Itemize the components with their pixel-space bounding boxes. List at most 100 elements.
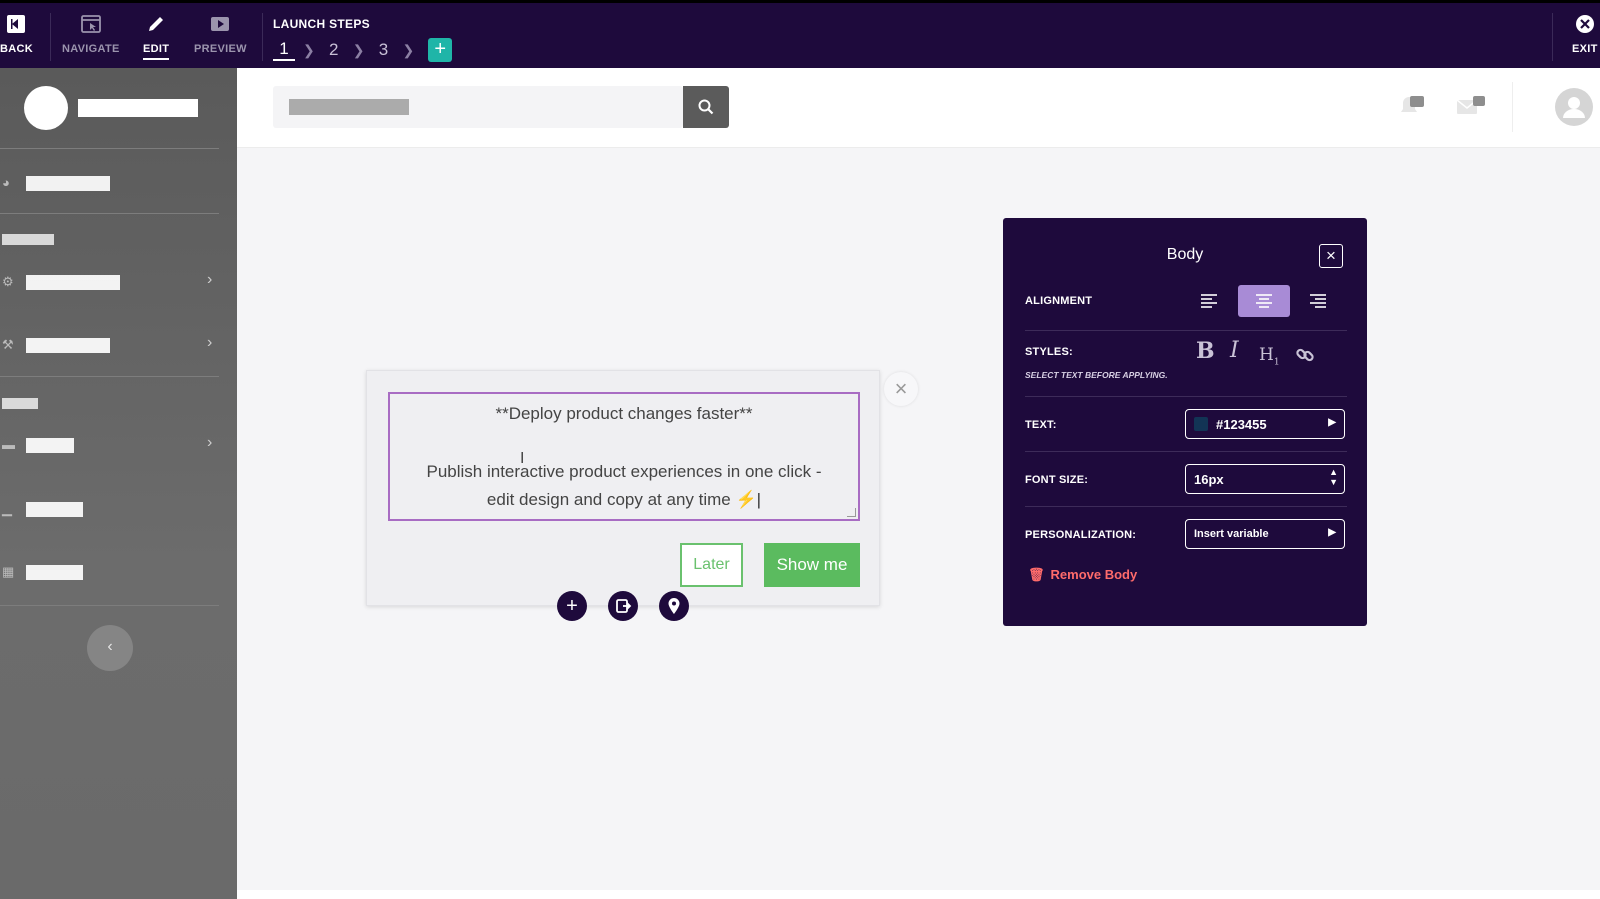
exit-action-icon bbox=[616, 599, 632, 613]
chevron-left-icon: ‹ bbox=[107, 638, 113, 655]
close-panel-button[interactable]: × bbox=[1319, 244, 1343, 268]
toolbar-divider bbox=[1552, 13, 1553, 61]
edit-button[interactable]: EDIT bbox=[143, 13, 170, 60]
alignment-label: ALIGNMENT bbox=[1025, 295, 1093, 307]
text-color-picker[interactable]: #123455 ▶ bbox=[1185, 409, 1345, 439]
trash-icon: 🗑 bbox=[1028, 567, 1045, 582]
edit-label: EDIT bbox=[143, 43, 170, 60]
show-me-button[interactable]: Show me bbox=[764, 543, 860, 587]
canvas-footer bbox=[237, 890, 1600, 899]
preview-button[interactable]: PREVIEW bbox=[194, 13, 247, 55]
chevron-right-icon: ❯ bbox=[402, 41, 415, 58]
sidebar: ◕ ⚙ › ⚒ › ▬ › ▁ ▦ ‹ bbox=[0, 68, 237, 899]
align-right-icon bbox=[1310, 294, 1326, 308]
divider bbox=[1025, 396, 1347, 397]
stepper-arrows-icon[interactable]: ▲ ▼ bbox=[1329, 467, 1338, 487]
mail-icon[interactable] bbox=[1455, 94, 1487, 116]
toolbar-divider bbox=[50, 13, 51, 61]
divider bbox=[0, 148, 219, 149]
collapse-sidebar-button[interactable]: ‹ bbox=[87, 625, 133, 671]
personalization-select[interactable]: Insert variable ▶ bbox=[1185, 519, 1345, 549]
text-color-value: #123455 bbox=[1216, 417, 1267, 432]
text-cursor-icon: I bbox=[520, 450, 525, 467]
sidebar-item-dashboard[interactable]: ◕ bbox=[0, 163, 237, 203]
wrench-icon: ⚒ bbox=[2, 337, 14, 352]
play-arrow-icon: ▶ bbox=[1328, 527, 1336, 538]
divider bbox=[1025, 451, 1347, 452]
personalization-value: Insert variable bbox=[1194, 528, 1269, 540]
position-button[interactable] bbox=[659, 591, 689, 621]
redacted-user-name bbox=[78, 99, 198, 117]
search-input[interactable] bbox=[273, 86, 683, 128]
later-button[interactable]: Later bbox=[680, 543, 743, 587]
exit-button[interactable]: EXIT bbox=[1572, 13, 1598, 55]
back-button[interactable]: BACK bbox=[0, 13, 33, 55]
divider bbox=[0, 605, 219, 606]
chart-icon: ▁ bbox=[2, 501, 12, 516]
toolbar-divider bbox=[262, 13, 263, 61]
folder-icon: ▬ bbox=[2, 437, 15, 452]
launch-steps-title: LAUNCH STEPS bbox=[273, 17, 370, 31]
add-element-button[interactable]: + bbox=[557, 591, 587, 621]
step-3[interactable]: 3 bbox=[372, 40, 394, 60]
chevron-right-icon: ❯ bbox=[352, 41, 365, 58]
step-2[interactable]: 2 bbox=[323, 40, 345, 60]
search-button[interactable] bbox=[683, 86, 729, 128]
gear-icon: ⚙ bbox=[2, 274, 14, 289]
bell-icon[interactable] bbox=[1397, 94, 1427, 116]
text-color-label: TEXT: bbox=[1025, 419, 1057, 431]
divider bbox=[1025, 506, 1347, 507]
user-avatar[interactable] bbox=[1555, 88, 1593, 126]
align-center-icon bbox=[1256, 294, 1272, 308]
launch-steps: LAUNCH STEPS 1 ❯ 2 ❯ 3 ❯ + bbox=[273, 17, 453, 62]
align-center-button[interactable] bbox=[1238, 285, 1290, 317]
modal-heading: **Deploy product changes faster** bbox=[495, 404, 753, 423]
heading-icon[interactable]: H1 bbox=[1259, 345, 1280, 367]
navigate-label: NAVIGATE bbox=[62, 43, 120, 55]
remove-body-button[interactable]: 🗑 Remove Body bbox=[1028, 567, 1137, 583]
redacted-section-heading bbox=[2, 398, 38, 409]
pencil-icon bbox=[149, 17, 164, 31]
navigate-button[interactable]: NAVIGATE bbox=[62, 13, 120, 55]
play-arrow-icon: ▶ bbox=[1328, 417, 1336, 428]
sidebar-item-analytics[interactable]: ▁ bbox=[0, 489, 237, 529]
close-circle-icon bbox=[1575, 15, 1594, 33]
step-1[interactable]: 1 bbox=[273, 39, 295, 61]
add-step-button[interactable]: + bbox=[428, 38, 453, 62]
sidebar-item-tools[interactable]: ⚒ › bbox=[0, 325, 237, 365]
remove-body-label: Remove Body bbox=[1050, 567, 1138, 582]
body-text-editor[interactable]: **Deploy product changes faster** Publis… bbox=[388, 392, 860, 521]
preview-label: PREVIEW bbox=[194, 43, 247, 55]
redacted-search-placeholder bbox=[289, 99, 409, 115]
top-toolbar: BACK NAVIGATE EDIT PREVIEW LAUNCH STEPS … bbox=[0, 0, 1600, 68]
italic-icon[interactable]: I bbox=[1230, 338, 1239, 363]
app-header bbox=[237, 68, 1600, 148]
sidebar-item-table[interactable]: ▦ bbox=[0, 552, 237, 592]
modal-body-line-text: edit design and copy at any time ⚡ bbox=[486, 490, 757, 509]
chevron-right-icon: › bbox=[207, 271, 213, 288]
bold-icon[interactable]: B bbox=[1196, 338, 1215, 364]
personalization-label: PERSONALIZATION: bbox=[1025, 529, 1137, 541]
map-pin-icon bbox=[668, 598, 680, 614]
font-size-stepper[interactable]: 16px ▲ ▼ bbox=[1185, 464, 1345, 494]
sidebar-item-folder[interactable]: ▬ › bbox=[0, 425, 237, 465]
user-icon bbox=[1563, 97, 1585, 118]
resize-handle[interactable] bbox=[847, 508, 856, 517]
redacted-label bbox=[26, 176, 110, 191]
font-size-value: 16px bbox=[1194, 472, 1224, 487]
body-settings-panel: Body × ALIGNMENT STYLES: SELECT TEXT BEF… bbox=[1003, 218, 1367, 626]
font-size-label: FONT SIZE: bbox=[1025, 474, 1089, 486]
gauge-icon: ◕ bbox=[2, 175, 10, 190]
redacted-label bbox=[26, 565, 83, 580]
action-button[interactable] bbox=[608, 591, 638, 621]
modal-body-line: Publish interactive product experiences … bbox=[426, 462, 822, 481]
chevron-right-icon: ❯ bbox=[303, 41, 315, 58]
preview-icon bbox=[211, 17, 230, 31]
align-right-button[interactable] bbox=[1292, 285, 1344, 317]
align-left-button[interactable] bbox=[1183, 285, 1235, 317]
close-icon[interactable]: × bbox=[884, 372, 918, 406]
avatar[interactable] bbox=[24, 86, 68, 130]
link-icon[interactable] bbox=[1295, 345, 1315, 365]
modal-body-line: edit design and copy at any time ⚡| bbox=[486, 490, 762, 509]
sidebar-item-settings[interactable]: ⚙ › bbox=[0, 262, 237, 302]
